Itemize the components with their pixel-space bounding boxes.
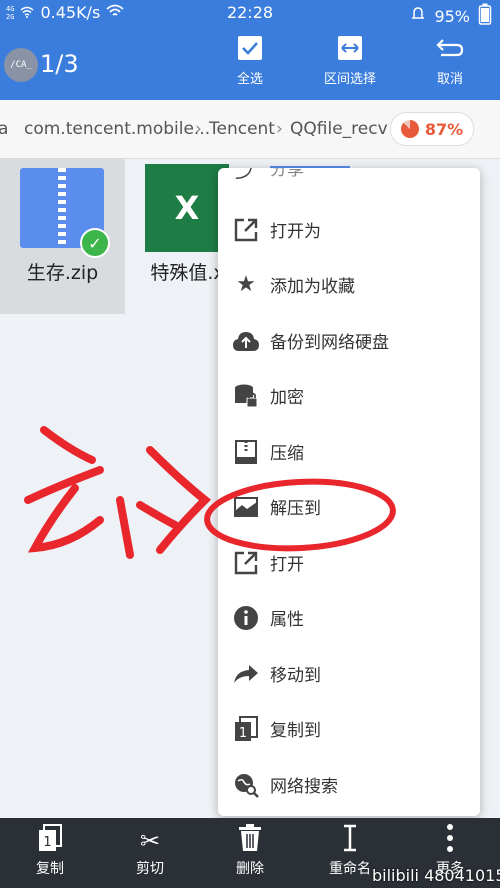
menu-item-label: 属性: [270, 610, 304, 630]
range-select-button[interactable]: 区间选择: [305, 34, 395, 87]
file-item[interactable]: ✓ 生存.zip: [0, 158, 125, 314]
menu-item-encrypt[interactable]: 加密: [218, 368, 480, 423]
svg-text:1: 1: [43, 835, 51, 850]
storage-usage-badge[interactable]: 87%: [390, 112, 474, 146]
extract-icon: [232, 493, 260, 521]
compress-icon: [232, 438, 260, 466]
menu-item-label: 网络搜索: [270, 777, 338, 797]
menu-item-share[interactable]: ⤴ 分享: [218, 168, 480, 195]
svg-text:1: 1: [239, 726, 247, 741]
menu-item-open[interactable]: 打开: [218, 535, 480, 590]
breadcrumb-item[interactable]: com.tencent.mobile...: [24, 119, 210, 139]
open-icon: [232, 549, 260, 577]
menu-item-label: 添加为收藏: [270, 277, 355, 297]
open-as-icon: [232, 216, 260, 244]
breadcrumb: a com.tencent.mobile... › Tencent › QQfi…: [0, 100, 500, 159]
selection-count: 1/3: [40, 50, 79, 78]
cancel-button[interactable]: 取消: [405, 34, 495, 87]
menu-item-compress[interactable]: 压缩: [218, 424, 480, 479]
breadcrumb-item[interactable]: a: [0, 119, 8, 139]
status-bar: 4G 2G 0.45K/s 22:28 95%: [0, 0, 500, 28]
pie-chart-icon: [400, 120, 419, 138]
copy-button[interactable]: 1 复制: [0, 824, 100, 878]
encrypt-icon: [232, 382, 260, 410]
scissors-icon: ✂: [139, 827, 161, 855]
more-vertical-icon: [446, 823, 454, 859]
range-select-label: 区间选择: [323, 72, 376, 87]
copy-to-icon: 1: [232, 715, 260, 743]
selection-toolbar: /CA_ 1/3 全选 区间选择 取消: [0, 28, 500, 100]
menu-item-label: 分享: [270, 168, 304, 180]
info-icon: [232, 604, 260, 632]
select-all-button[interactable]: 全选: [205, 34, 295, 87]
alarm-icon: [410, 6, 426, 26]
select-all-icon: [237, 35, 263, 67]
cut-button[interactable]: ✂ 剪切: [100, 824, 200, 878]
chevron-right-icon: ›: [276, 119, 283, 139]
menu-item-backup[interactable]: 备份到网络硬盘: [218, 313, 480, 368]
back-arrow-icon: [435, 37, 465, 65]
excel-file-icon: X: [145, 164, 229, 252]
menu-item-copy-to[interactable]: 1 复制到: [218, 701, 480, 756]
cancel-label: 取消: [436, 72, 463, 87]
watermark: bilibili 480410153: [372, 866, 500, 885]
move-icon: [232, 660, 260, 688]
checkmark-icon: ✓: [80, 228, 110, 258]
range-select-icon: [337, 35, 363, 67]
menu-item-label: 解压到: [270, 499, 321, 519]
menu-item-label: 复制到: [270, 721, 321, 741]
menu-item-web-search[interactable]: 网络搜索: [218, 757, 480, 812]
menu-item-extract-to[interactable]: 解压到: [218, 479, 480, 534]
share-icon: ⤴: [234, 168, 257, 183]
breadcrumb-item[interactable]: QQfile_recv: [290, 119, 388, 139]
copy-label: 复制: [36, 861, 64, 877]
avatar[interactable]: /CA_: [4, 48, 38, 82]
storage-percent: 87%: [424, 119, 464, 139]
copy-icon: 1: [37, 824, 63, 858]
star-icon: ★: [236, 272, 256, 297]
chevron-right-icon: ›: [195, 119, 202, 139]
menu-item-open-as[interactable]: 打开为: [218, 202, 480, 257]
delete-button[interactable]: 删除: [200, 824, 300, 878]
cut-label: 剪切: [136, 861, 164, 877]
menu-item-favorite[interactable]: ★ 添加为收藏: [218, 257, 480, 312]
trash-icon: [238, 824, 262, 858]
menu-item-label: 加密: [270, 388, 304, 408]
web-search-icon: [232, 771, 260, 799]
delete-label: 删除: [236, 861, 264, 877]
menu-item-label: 打开为: [270, 222, 321, 242]
menu-item-label: 压缩: [270, 444, 304, 464]
cloud-upload-icon: [232, 327, 260, 355]
select-all-label: 全选: [236, 72, 263, 87]
text-cursor-icon: [342, 824, 358, 858]
battery-icon: [478, 3, 492, 29]
file-name: 生存.zip: [26, 262, 99, 284]
menu-item-properties[interactable]: 属性: [218, 590, 480, 645]
menu-item-move-to[interactable]: 移动到: [218, 646, 480, 701]
menu-item-label: 移动到: [270, 666, 321, 686]
context-menu: ⤴ 分享 打开为 ★ 添加为收藏 备份到网络硬盘 加密 压缩 解压到 打开 属性…: [218, 168, 480, 816]
menu-item-label: 备份到网络硬盘: [270, 333, 389, 353]
menu-item-label: 打开: [270, 555, 304, 575]
breadcrumb-item[interactable]: Tencent: [209, 119, 275, 139]
battery-level: 95%: [434, 6, 470, 26]
